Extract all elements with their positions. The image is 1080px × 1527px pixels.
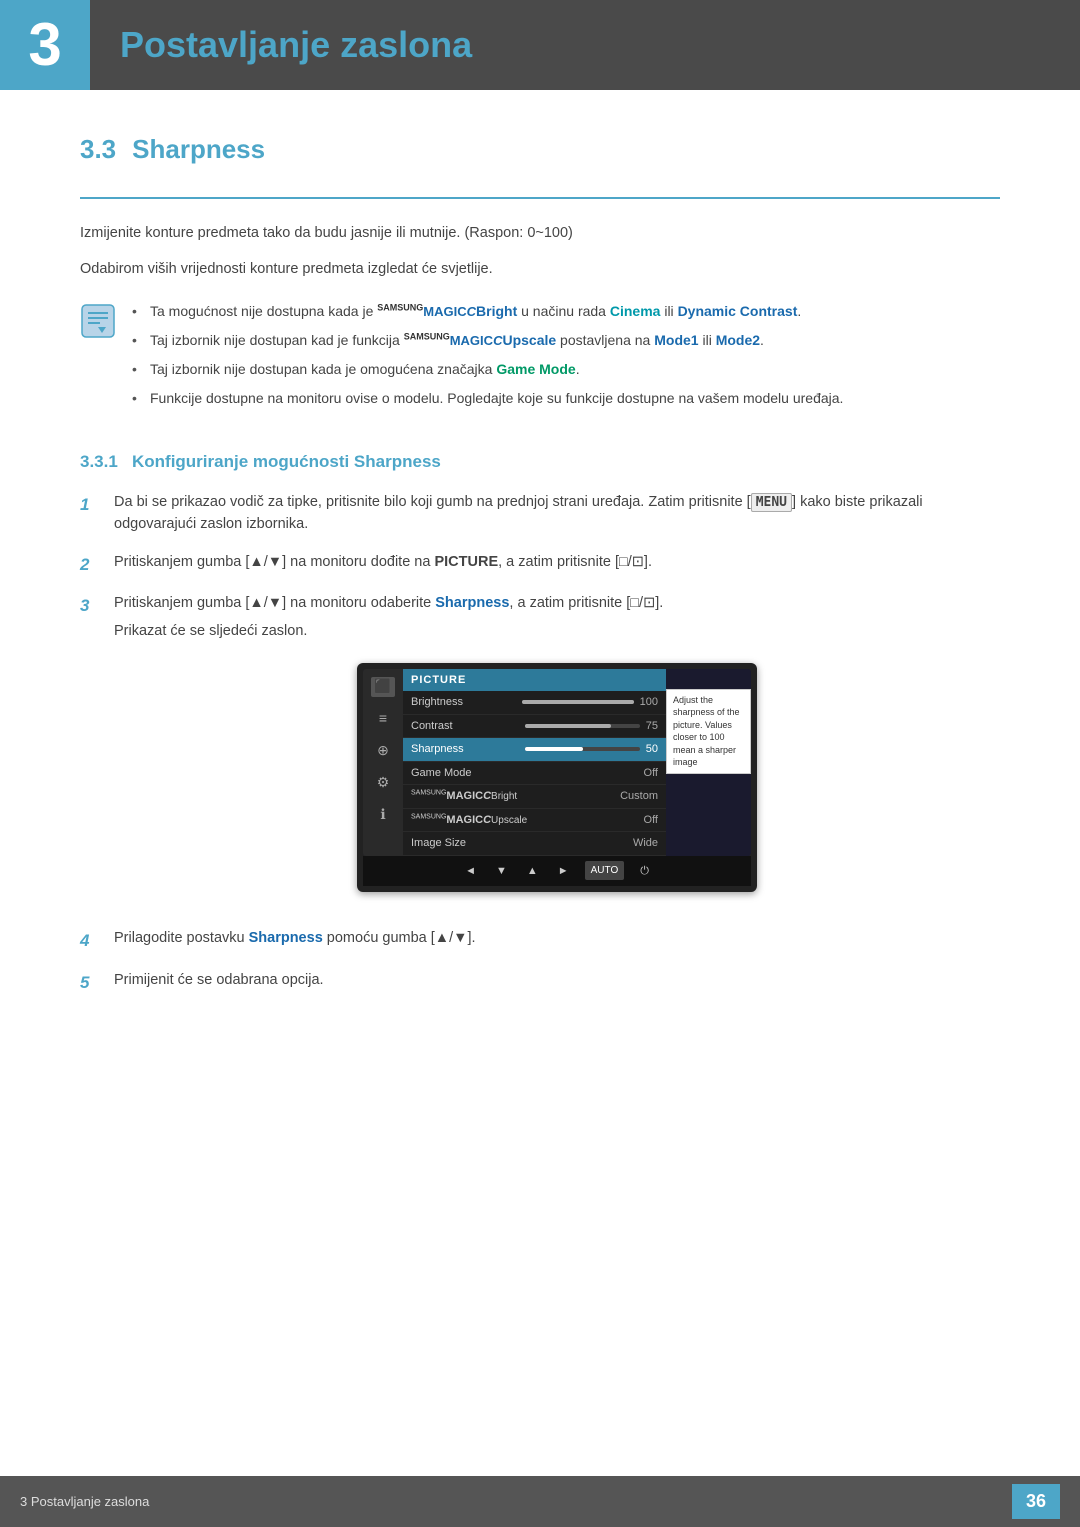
monitor-bottom-bar: ◄ ▼ ▲ ► AUTO ⏻ xyxy=(363,856,751,887)
nav-btn-auto: AUTO xyxy=(585,861,625,880)
main-content: 3.3 Sharpness Izmijenite konture predmet… xyxy=(0,130,1080,1091)
step-4-number: 4 xyxy=(80,928,100,954)
sidebar-icon-monitor: ⬛ xyxy=(371,677,395,697)
step-5-text: Primijenit će se odabrana opcija. xyxy=(114,970,1000,992)
menu-item-sharpness: Sharpness 50 xyxy=(403,738,666,762)
menu-item-brightness: Brightness 100 xyxy=(403,691,666,715)
step-3-number: 3 xyxy=(80,593,100,619)
nav-btn-up: ▲ xyxy=(523,861,542,882)
step-4-text: Prilagodite postavku Sharpness pomoću gu… xyxy=(114,928,1000,950)
step-2-text: Pritiskanjem gumba [▲/▼] na monitoru dođ… xyxy=(114,552,1000,574)
section-number: 3.3 xyxy=(80,130,116,169)
step-2-number: 2 xyxy=(80,552,100,578)
step-3-text: Pritiskanjem gumba [▲/▼] na monitoru oda… xyxy=(114,593,1000,912)
notes-list: Ta mogućnost nije dostupna kada je SAMSU… xyxy=(132,301,843,417)
step-4: 4 Prilagodite postavku Sharpness pomoću … xyxy=(80,928,1000,954)
chapter-title: Postavljanje zaslona xyxy=(120,18,472,72)
chapter-number: 3 xyxy=(0,0,90,90)
menu-item-magicupscale: SAMSUNGMAGICCUpscale Off xyxy=(403,809,666,833)
menu-header: PICTURE xyxy=(403,669,666,692)
step-2: 2 Pritiskanjem gumba [▲/▼] na monitoru d… xyxy=(80,552,1000,578)
steps-list: 1 Da bi se prikazao vodič za tipke, prit… xyxy=(80,492,1000,995)
intro-para2: Odabirom viših vrijednosti konture predm… xyxy=(80,259,1000,281)
page-footer: 3 Postavljanje zaslona 36 xyxy=(0,1476,1080,1527)
step-3: 3 Pritiskanjem gumba [▲/▼] na monitoru o… xyxy=(80,593,1000,912)
sidebar-icon-info: ℹ xyxy=(371,805,395,825)
nav-btn-right: ► xyxy=(554,861,573,882)
step-1-number: 1 xyxy=(80,492,100,518)
section-heading: 3.3 Sharpness xyxy=(80,130,1000,169)
monitor-sidebar: ⬛ ≡ ⊕ ⚙ ℹ xyxy=(363,669,403,856)
chapter-title-area: Postavljanje zaslona xyxy=(90,0,472,90)
note-item-3: Taj izbornik nije dostupan kada je omogu… xyxy=(132,359,843,380)
menu-item-imagesize: Image Size Wide xyxy=(403,832,666,856)
step-1-text: Da bi se prikazao vodič za tipke, pritis… xyxy=(114,492,1000,536)
monitor-menu-panel: PICTURE Brightness 100 xyxy=(403,669,666,856)
note-item-4: Funkcije dostupne na monitoru ovise o mo… xyxy=(132,388,843,409)
monitor-screenshot: ⬛ ≡ ⊕ ⚙ ℹ PICTURE Brigh xyxy=(357,663,757,893)
note-icon xyxy=(80,303,116,339)
step-5-number: 5 xyxy=(80,970,100,996)
section-divider xyxy=(80,197,1000,199)
monitor-screen: ⬛ ≡ ⊕ ⚙ ℹ PICTURE Brigh xyxy=(363,669,751,856)
sidebar-icon-lines: ≡ xyxy=(371,709,395,729)
note-item-1: Ta mogućnost nije dostupna kada je SAMSU… xyxy=(132,301,843,322)
note-item-2: Taj izbornik nije dostupan kad je funkci… xyxy=(132,330,843,351)
step-1: 1 Da bi se prikazao vodič za tipke, prit… xyxy=(80,492,1000,536)
chapter-header: 3 Postavljanje zaslona xyxy=(0,0,1080,90)
nav-btn-power: ⏻ xyxy=(636,861,653,882)
section-title: Sharpness xyxy=(132,130,265,169)
subsection-title: Konfiguriranje mogućnosti Sharpness xyxy=(132,452,441,471)
nav-btn-left: ◄ xyxy=(461,861,480,882)
sidebar-icon-gear: ⚙ xyxy=(371,773,395,793)
subsection-heading: 3.3.1 Konfiguriranje mogućnosti Sharpnes… xyxy=(80,449,1000,475)
sidebar-icon-arrows: ⊕ xyxy=(371,741,395,761)
nav-btn-down: ▼ xyxy=(492,861,511,882)
monitor-outer: ⬛ ≡ ⊕ ⚙ ℹ PICTURE Brigh xyxy=(357,663,757,893)
menu-item-gamemode: Game Mode Off xyxy=(403,762,666,786)
step-5: 5 Primijenit će se odabrana opcija. xyxy=(80,970,1000,996)
menu-item-contrast: Contrast 75 xyxy=(403,715,666,739)
notes-block: Ta mogućnost nije dostupna kada je SAMSU… xyxy=(80,301,1000,417)
intro-para1: Izmijenite konture predmeta tako da budu… xyxy=(80,223,1000,245)
footer-chapter-label: 3 Postavljanje zaslona xyxy=(20,1492,149,1512)
footer-page-number: 36 xyxy=(1012,1484,1060,1519)
menu-item-magicbright: SAMSUNGMAGICCBright Custom xyxy=(403,785,666,809)
subsection-number: 3.3.1 xyxy=(80,452,118,471)
monitor-tooltip: Adjust the sharpness of the picture. Val… xyxy=(666,689,751,775)
